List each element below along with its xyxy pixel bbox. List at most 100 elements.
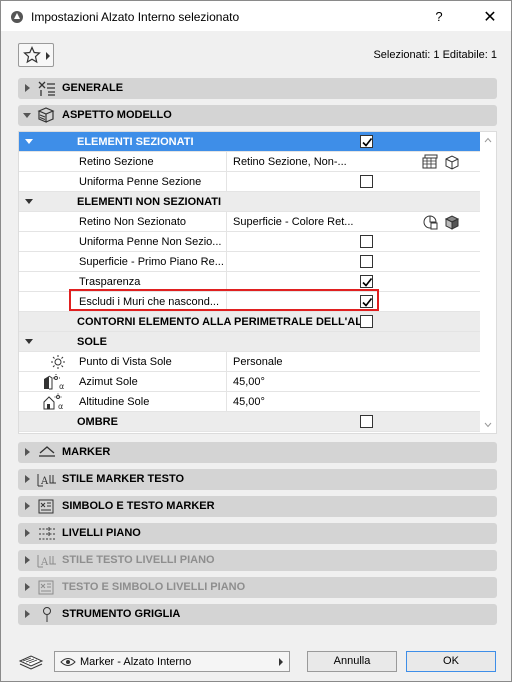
panel-generale[interactable]: GENERALE xyxy=(18,78,497,99)
panel-marker[interactable]: MARKER xyxy=(18,442,497,463)
tree-group-elementi-sezionati[interactable]: ELEMENTI SEZIONATI xyxy=(19,132,481,152)
title-bar: Impostazioni Alzato Interno selezionato … xyxy=(1,1,511,31)
column-divider xyxy=(226,392,227,412)
tree-row-retino-sezione[interactable]: Retino Sezione Retino Sezione, Non-... xyxy=(19,152,481,172)
tree-row-superficie-primo-piano[interactable]: Superficie - Primo Piano Re... xyxy=(19,252,481,272)
row-label: Retino Non Sezionato xyxy=(79,216,187,228)
chevron-right-icon xyxy=(25,448,30,456)
tree-row-punto-di-vista-sole[interactable]: Punto di Vista Sole Personale xyxy=(19,352,481,372)
scroll-up-icon[interactable] xyxy=(484,137,492,143)
layer-icon[interactable] xyxy=(18,651,44,671)
svg-text:α: α xyxy=(59,382,64,391)
eye-icon xyxy=(60,658,76,666)
panel-label: MARKER xyxy=(62,446,111,458)
panel-stile-marker-testo[interactable]: A STILE MARKER TESTO xyxy=(18,469,497,490)
column-divider xyxy=(226,372,227,392)
row-label: Superficie - Primo Piano Re... xyxy=(79,256,224,268)
chevron-right-icon xyxy=(25,583,30,591)
panel-simbolo-e-testo-marker[interactable]: SIMBOLO E TESTO MARKER xyxy=(18,496,497,517)
settings-dialog: Impostazioni Alzato Interno selezionato … xyxy=(0,0,512,682)
checkbox[interactable] xyxy=(360,255,373,268)
help-button[interactable]: ? xyxy=(431,9,447,24)
sun-altitude-icon: α xyxy=(43,393,63,411)
row-label: Punto di Vista Sole xyxy=(79,356,172,368)
checkbox[interactable] xyxy=(360,315,373,328)
tree-row-uniforma-penne-non-sezionato[interactable]: Uniforma Penne Non Sezio... xyxy=(19,232,481,252)
column-divider xyxy=(226,352,227,372)
panel-testo-e-simbolo-livelli-piano[interactable]: TESTO E SIMBOLO LIVELLI PIANO xyxy=(18,577,497,598)
panel-stile-testo-livelli-piano[interactable]: A STILE TESTO LIVELLI PIANO xyxy=(18,550,497,571)
row-value[interactable]: 45,00° xyxy=(233,376,265,388)
cube-outline-icon[interactable] xyxy=(444,154,460,170)
column-divider xyxy=(226,252,227,272)
tree-row-retino-non-sezionato[interactable]: Retino Non Sezionato Superficie - Colore… xyxy=(19,212,481,232)
tree-row-uniforma-penne-sezione[interactable]: Uniforma Penne Sezione xyxy=(19,172,481,192)
checkbox[interactable] xyxy=(360,235,373,248)
row-value[interactable]: Personale xyxy=(233,356,283,368)
sun-icon xyxy=(51,355,65,369)
cancel-button[interactable]: Annulla xyxy=(307,651,397,672)
panel-aspetto-modello[interactable]: ASPETTO MODELLO xyxy=(18,105,497,126)
panel-livelli-piano[interactable]: LIVELLI PIANO xyxy=(18,523,497,544)
chevron-down-icon xyxy=(25,199,33,204)
fill-pattern-icon[interactable] xyxy=(422,154,438,170)
group-label: CONTORNI ELEMENTO ALLA PERIMETRALE DELL'… xyxy=(77,316,372,328)
panel-label: STILE TESTO LIVELLI PIANO xyxy=(62,554,215,566)
tree-group-elementi-non-sezionati[interactable]: ELEMENTI NON SEZIONATI xyxy=(19,192,481,212)
panel-label: ASPETTO MODELLO xyxy=(62,109,172,121)
dialog-footer: Marker - Alzato Interno Annulla OK xyxy=(1,641,511,681)
marker-select-label: Marker - Alzato Interno xyxy=(80,656,192,668)
story-symbol-text-icon xyxy=(38,580,54,595)
surface-fill-icon[interactable] xyxy=(422,214,438,230)
panel-strumento-griglia[interactable]: STRUMENTO GRIGLIA xyxy=(18,604,497,625)
checkbox[interactable] xyxy=(360,415,373,428)
tree-group-ombre[interactable]: OMBRE xyxy=(19,412,481,432)
scroll-down-icon[interactable] xyxy=(484,422,492,428)
chevron-right-icon xyxy=(46,52,50,60)
checkbox[interactable] xyxy=(360,135,373,148)
favorites-button[interactable] xyxy=(18,43,54,67)
selection-info: Selezionati: 1 Editabile: 1 xyxy=(373,49,497,61)
marker-symbol-text-icon xyxy=(38,499,54,514)
settings-tree: ELEMENTI SEZIONATI Retino Sezione Retino… xyxy=(18,131,497,434)
window-title: Impostazioni Alzato Interno selezionato xyxy=(31,10,240,24)
checkmark-icon xyxy=(362,138,373,147)
story-levels-icon xyxy=(39,527,55,540)
tree-row-altitudine-sole[interactable]: α Altitudine Sole 45,00° xyxy=(19,392,481,412)
row-value[interactable]: Retino Sezione, Non-... xyxy=(233,156,347,168)
row-label: Uniforma Penne Non Sezio... xyxy=(79,236,222,248)
checkbox[interactable] xyxy=(360,175,373,188)
panel-label: SIMBOLO E TESTO MARKER xyxy=(62,500,215,512)
column-divider xyxy=(226,152,227,172)
app-logo-icon xyxy=(11,11,23,23)
row-value[interactable]: 45,00° xyxy=(233,396,265,408)
sun-azimuth-icon: α xyxy=(44,374,64,391)
cube-solid-icon[interactable] xyxy=(444,214,460,230)
column-divider xyxy=(226,232,227,252)
tree-group-contorni-elemento[interactable]: CONTORNI ELEMENTO ALLA PERIMETRALE DELL'… xyxy=(19,312,481,332)
group-label: ELEMENTI NON SEZIONATI xyxy=(77,196,222,208)
svg-text:A: A xyxy=(40,476,49,487)
row-label: Uniforma Penne Sezione xyxy=(79,176,202,188)
group-label: OMBRE xyxy=(77,416,118,428)
row-label: Retino Sezione xyxy=(79,156,154,168)
group-label: ELEMENTI SEZIONATI xyxy=(77,136,194,148)
chevron-down-icon xyxy=(23,113,31,118)
chevron-right-icon xyxy=(25,529,30,537)
row-value[interactable]: Superficie - Colore Ret... xyxy=(233,216,353,228)
marker-layer-select[interactable]: Marker - Alzato Interno xyxy=(54,651,290,672)
checkbox[interactable] xyxy=(360,275,373,288)
tree-group-sole[interactable]: SOLE xyxy=(19,332,481,352)
highlight-annotation xyxy=(69,289,379,311)
ok-button[interactable]: OK xyxy=(406,651,496,672)
tree-row-azimut-sole[interactable]: α Azimut Sole 45,00° xyxy=(19,372,481,392)
tree-scrollbar[interactable] xyxy=(480,132,496,433)
close-button[interactable]: ✕ xyxy=(482,7,498,27)
story-text-style-icon: A xyxy=(37,555,56,568)
column-divider xyxy=(226,212,227,232)
chevron-down-icon xyxy=(25,139,33,144)
chevron-right-icon xyxy=(25,502,30,510)
panel-label: STILE MARKER TESTO xyxy=(62,473,185,485)
chevron-right-icon xyxy=(279,658,283,666)
row-label: Altitudine Sole xyxy=(79,396,150,408)
